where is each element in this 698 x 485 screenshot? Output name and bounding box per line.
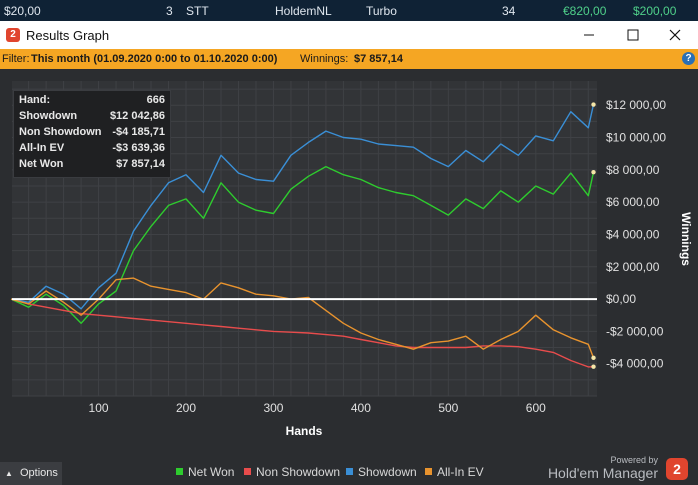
series-end-marker [591,364,596,369]
hand-label: Hand: [19,94,51,106]
x-tick-label: 100 [89,401,109,415]
minimize-icon [584,34,594,36]
x-tick-label: 600 [526,401,546,415]
row-prize: €820,00 [563,4,607,18]
row-game: HoldemNL [275,4,332,18]
winnings-value: $7 857,14 [354,53,403,65]
legend-item-allin-ev[interactable]: All-In EV [425,465,484,479]
legend-swatch [176,468,183,475]
filter-label: Filter: [2,53,30,65]
y-tick-label: $8 000,00 [606,163,660,177]
maximize-button[interactable] [610,23,656,47]
app-logo-icon: 2 [6,28,20,42]
y-tick-label: $10 000,00 [606,131,666,145]
net-label: Net Won [19,158,64,170]
legend-item-non-showdown[interactable]: Non Showdown [244,465,340,479]
nonshowdown-value: -$4 185,71 [112,126,165,138]
showdown-value: $12 042,86 [109,110,165,122]
brand-logo-icon: 2 [666,458,688,480]
x-tick-label: 300 [263,401,283,415]
minimize-button[interactable] [566,23,612,47]
window-titlebar[interactable]: 2 Results Graph [0,21,698,49]
options-label: Options [20,467,58,479]
close-button[interactable] [652,23,698,47]
series-end-marker [591,355,596,361]
help-icon[interactable]: ? [682,52,695,65]
y-tick-label: -$2 000,00 [606,324,664,338]
filter-bar[interactable]: Filter: This month (01.09.2020 0:00 to 0… [0,49,698,69]
x-tick-label: 200 [176,401,196,415]
y-tick-label: $6 000,00 [606,195,660,209]
row-type: STT [186,4,209,18]
nonshowdown-label: Non Showdown [19,126,102,138]
hand-value: 666 [146,94,165,106]
allin-value: -$3 639,36 [112,142,165,154]
brand-name: Hold'em Manager [547,465,658,481]
allin-label: All-In EV [19,142,65,154]
y-axis-label: Winnings [679,212,693,266]
x-tick-label: 400 [351,401,371,415]
filter-value: This month (01.09.2020 0:00 to 01.10.202… [31,53,278,65]
window-title: Results Graph [26,28,110,43]
close-icon [669,29,681,41]
winnings-label: Winnings: [300,53,349,65]
powered-by-text: Powered by [610,455,658,465]
options-button[interactable]: ▲ Options [0,462,62,485]
y-tick-label: -$4 000,00 [606,357,664,371]
x-axis-label: Hands [286,424,323,438]
brand: Powered by Hold'em Manager [548,455,658,481]
row-players: 34 [502,4,516,18]
legend-swatch [244,468,251,475]
x-tick-label: 500 [438,401,458,415]
legend-item-net-won[interactable]: Net Won [176,465,234,479]
legend-swatch [346,468,353,475]
row-speed: Turbo [366,4,397,18]
row-count: 3 [166,4,173,18]
hand-stats-box: Hand: 666 Showdown $12 042,86 Non Showdown… [13,90,171,178]
tournament-row[interactable]: $20,00 3 STT HoldemNL Turbo 34 €820,00 $… [0,0,698,21]
row-amount: $20,00 [4,4,41,18]
series-end-marker [591,169,596,175]
chevron-up-icon: ▲ [5,469,13,478]
showdown-label: Showdown [19,110,78,122]
net-value: $7 857,14 [116,158,165,170]
y-tick-label: $2 000,00 [606,260,660,274]
series-end-marker [591,102,596,107]
y-tick-label: $4 000,00 [606,227,660,241]
legend-swatch [425,468,432,475]
legend-item-showdown[interactable]: Showdown [346,465,417,479]
y-tick-label: $12 000,00 [606,98,666,112]
row-won: $200,00 [633,4,677,18]
y-tick-label: $0,00 [606,292,636,306]
maximize-icon [627,29,639,41]
